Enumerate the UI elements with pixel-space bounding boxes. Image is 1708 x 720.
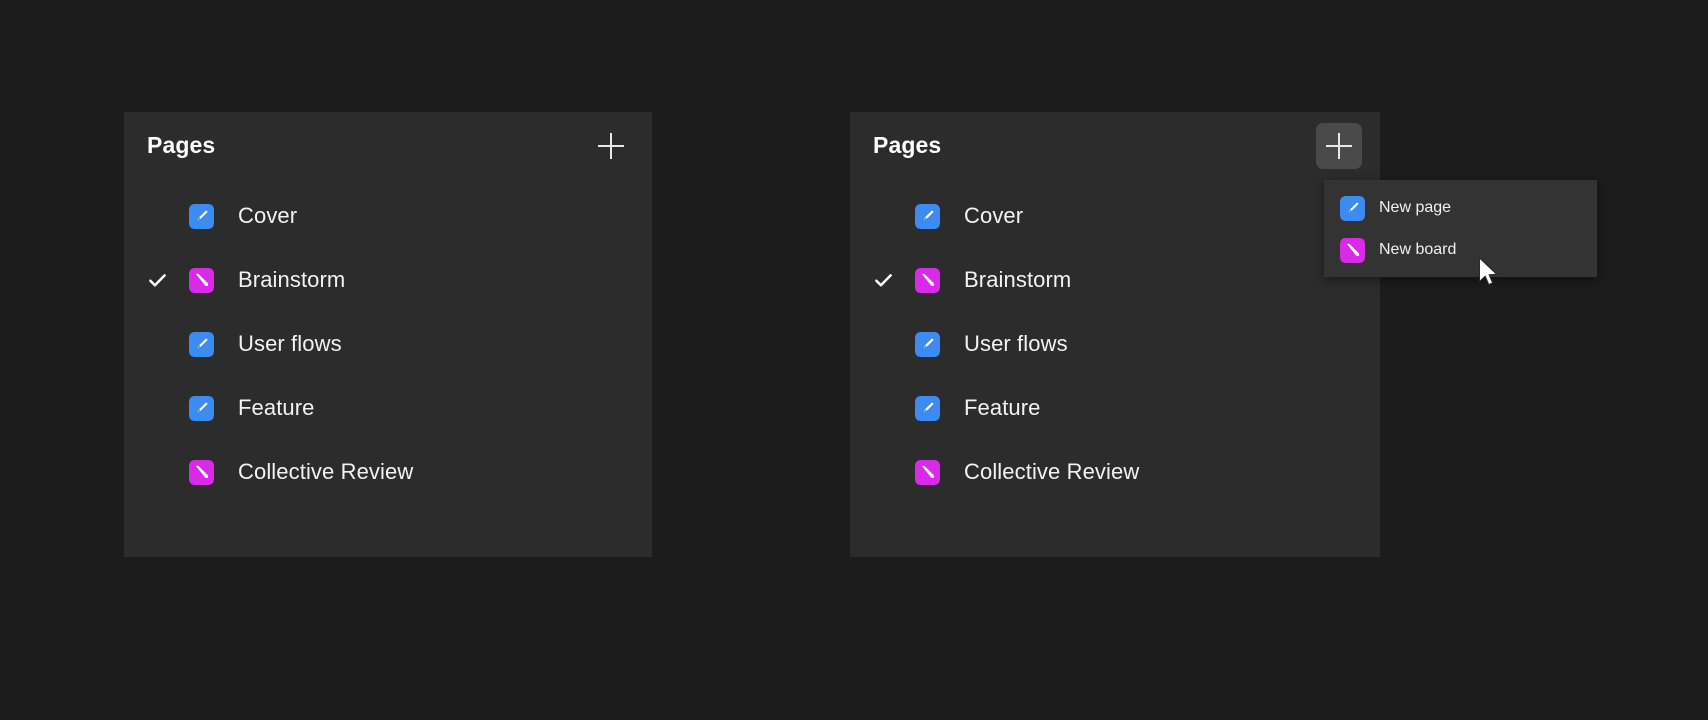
add-page-button[interactable] (588, 123, 634, 169)
pages-panel-menu-open: Pages Cover Brainstorm User flows Featur… (850, 112, 1380, 557)
board-icon-slot (906, 459, 948, 485)
page-file-icon (1340, 195, 1365, 221)
page-list: Cover Brainstorm User flows Feature Coll… (124, 184, 652, 504)
board-file-icon (914, 267, 940, 293)
page-list-item-label: Feature (238, 395, 315, 420)
board-icon-slot (906, 267, 948, 293)
pages-panel-default: Pages Cover Brainstorm User flows Featur… (124, 112, 652, 557)
page-file-icon (188, 331, 214, 357)
board-file-icon (1340, 237, 1365, 263)
plus-icon (598, 133, 624, 159)
add-page-dropdown-menu: New page New board (1324, 180, 1597, 277)
menu-item-label: New board (1379, 241, 1457, 258)
panel-header: Pages (850, 112, 1380, 180)
board-file-icon (188, 267, 214, 293)
page-title: Pages (873, 132, 942, 158)
page-list: Cover Brainstorm User flows Feature Coll… (850, 184, 1380, 504)
page-icon-slot (906, 203, 948, 229)
selected-indicator-slot (850, 271, 906, 290)
page-file-icon (188, 395, 214, 421)
page-list-item-brainstorm[interactable]: Brainstorm (850, 248, 1380, 312)
board-icon-slot (180, 459, 222, 485)
page-icon-slot (180, 203, 222, 229)
page-title: Pages (147, 132, 216, 158)
page-file-icon (188, 203, 214, 229)
page-list-item-user-flows[interactable]: User flows (124, 312, 652, 376)
page-icon-slot (180, 395, 222, 421)
page-list-item-label: Brainstorm (964, 267, 1072, 292)
page-list-item-label: Collective Review (238, 459, 414, 484)
page-list-item-user-flows[interactable]: User flows (850, 312, 1380, 376)
page-list-item-label: Cover (964, 203, 1024, 228)
page-list-item-feature[interactable]: Feature (124, 376, 652, 440)
page-list-item-label: Brainstorm (238, 267, 346, 292)
page-list-item-label: User flows (964, 331, 1068, 356)
checkmark-icon (148, 273, 166, 286)
page-icon-slot (906, 395, 948, 421)
add-page-button[interactable] (1316, 123, 1362, 169)
board-file-icon (914, 459, 940, 485)
panel-header: Pages (124, 112, 652, 180)
plus-icon (1326, 133, 1352, 159)
board-file-icon (188, 459, 214, 485)
page-file-icon (914, 395, 940, 421)
page-list-item-label: Collective Review (964, 459, 1140, 484)
board-icon-slot (180, 267, 222, 293)
page-list-item-label: User flows (238, 331, 342, 356)
page-icon-slot (906, 331, 948, 357)
menu-item-new-page[interactable]: New page (1324, 187, 1597, 229)
page-file-icon (914, 331, 940, 357)
page-file-icon (914, 203, 940, 229)
page-list-item-collective-review[interactable]: Collective Review (850, 440, 1380, 504)
page-list-item-cover[interactable]: Cover (850, 184, 1380, 248)
page-list-item-cover[interactable]: Cover (124, 184, 652, 248)
page-list-item-label: Feature (964, 395, 1041, 420)
checkmark-icon (874, 273, 892, 286)
page-icon-slot (180, 331, 222, 357)
menu-item-label: New page (1379, 199, 1452, 216)
page-list-item-feature[interactable]: Feature (850, 376, 1380, 440)
page-list-item-label: Cover (238, 203, 298, 228)
selected-indicator-slot (124, 271, 180, 290)
page-list-item-collective-review[interactable]: Collective Review (124, 440, 652, 504)
page-list-item-brainstorm[interactable]: Brainstorm (124, 248, 652, 312)
menu-item-new-board[interactable]: New board (1324, 229, 1597, 271)
